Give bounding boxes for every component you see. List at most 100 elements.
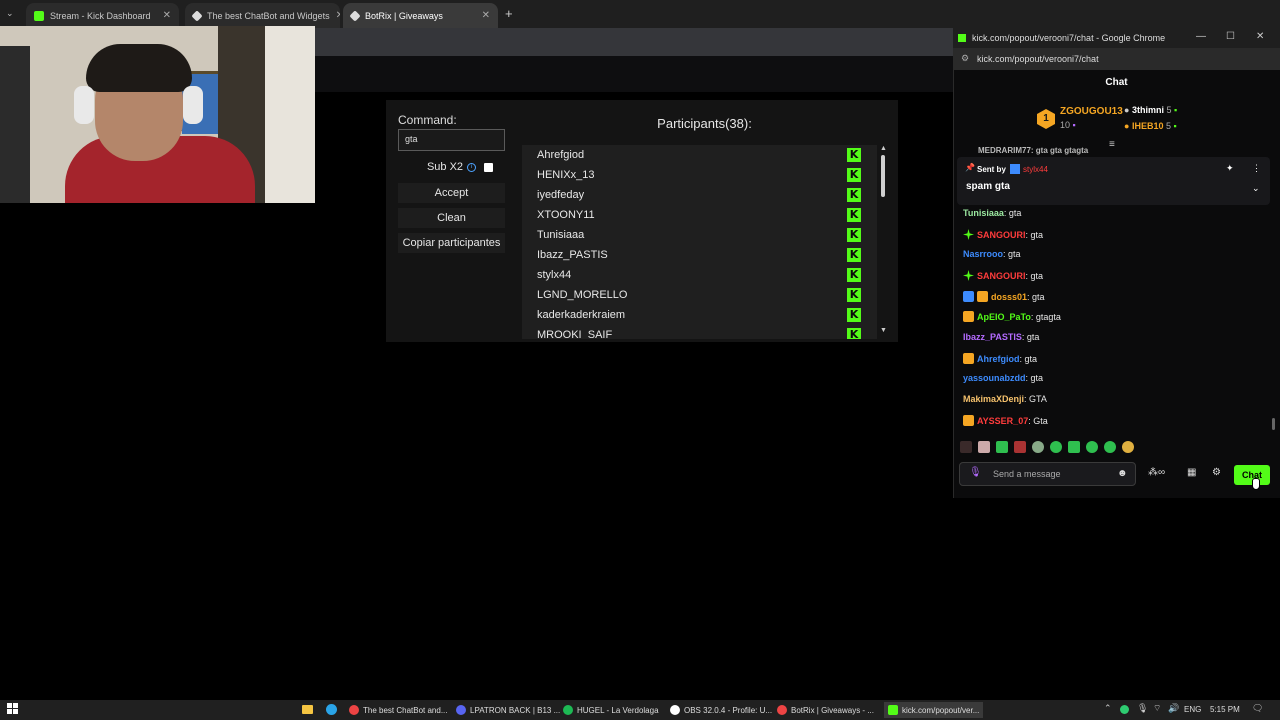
- chat-message: MakimaXDenji: GTA: [963, 394, 1047, 404]
- spotify-icon: [563, 705, 573, 715]
- kick-icon: K: [847, 228, 861, 242]
- sub-x2-checkbox[interactable]: [484, 163, 493, 172]
- moderator-badge-icon: [963, 291, 974, 302]
- unpin-icon[interactable]: ✦: [1226, 163, 1234, 174]
- list-item: HENIXx_13 K: [522, 165, 877, 185]
- crown-badge-icon: [963, 311, 974, 322]
- gift-icon: ▪: [1173, 121, 1177, 131]
- taskbar-item[interactable]: The best ChatBot and...: [349, 702, 448, 718]
- top-gifter-name[interactable]: ZGOUGOU13: [1060, 106, 1123, 117]
- taskbar-item[interactable]: BotRix | Giveaways - ...: [777, 702, 874, 718]
- tray-app-icon[interactable]: [1120, 705, 1129, 714]
- chat-message: dosss01: gta: [963, 291, 1045, 302]
- emote-icon[interactable]: [1032, 441, 1044, 453]
- new-tab-icon[interactable]: +: [505, 6, 513, 21]
- chat-message: Nasrrooo: gta: [963, 249, 1021, 259]
- address-bar[interactable]: [315, 28, 955, 56]
- emote-icon[interactable]: [1122, 441, 1134, 453]
- chat-message: SANGOURI: gta: [963, 229, 1043, 240]
- scroll-up-icon[interactable]: ▲: [880, 145, 887, 152]
- kick-icon: K: [847, 288, 861, 302]
- chat-message-input[interactable]: 🎙 Send a message ☻: [959, 462, 1136, 486]
- minimize-icon[interactable]: —: [1196, 31, 1206, 42]
- list-item: LGND_MORELLO K: [522, 285, 877, 305]
- maximize-icon[interactable]: ☐: [1226, 31, 1235, 42]
- scroll-thumb[interactable]: [881, 155, 885, 197]
- copy-participants-button[interactable]: Copiar participantes: [398, 233, 505, 253]
- command-input[interactable]: gta: [398, 129, 505, 151]
- microphone-icon[interactable]: 🎙: [1137, 703, 1148, 714]
- emote-icon[interactable]: [1068, 441, 1080, 453]
- chat-message: SANGOURI: gta: [963, 270, 1043, 281]
- chrome-icon: [349, 705, 359, 715]
- emote-icon[interactable]: [978, 441, 990, 453]
- file-explorer-icon[interactable]: [302, 705, 313, 714]
- tab-giveaways[interactable]: BotRix | Giveaways ✕: [343, 3, 498, 28]
- chat-popout-window: [953, 28, 1280, 498]
- community-icon[interactable]: ⁂∞: [1148, 467, 1165, 478]
- close-tab-icon[interactable]: ✕: [157, 10, 171, 21]
- tab-chatbot[interactable]: The best ChatBot and Widgets ✕: [185, 3, 340, 28]
- scroll-down-icon[interactable]: ▼: [880, 327, 887, 334]
- close-tab-icon[interactable]: ✕: [330, 10, 340, 21]
- taskbar-item[interactable]: kick.com/popout/ver...: [884, 702, 984, 718]
- emote-icon[interactable]: [1014, 441, 1026, 453]
- botrix-icon: [349, 9, 361, 22]
- store-icon[interactable]: ▦: [1187, 467, 1196, 478]
- list-item: Ibazz_PASTIS K: [522, 245, 877, 265]
- chat-header: Chat: [1105, 77, 1128, 88]
- chrome-icon: [777, 705, 787, 715]
- tab-list-icon[interactable]: ⌄: [6, 8, 20, 20]
- close-tab-icon[interactable]: ✕: [476, 10, 490, 21]
- leaderboard-entry: ● IHEB10 5 ▪: [1124, 121, 1177, 131]
- taskbar-item[interactable]: HUGEL - La Verdolaga: [563, 702, 659, 718]
- popout-address-bar[interactable]: ⚙ kick.com/popout/verooni7/chat: [953, 48, 1280, 70]
- chevron-down-icon[interactable]: ⌄: [1252, 183, 1260, 194]
- more-options-icon[interactable]: ⋮: [1252, 163, 1261, 174]
- medal-icon: ●: [1124, 121, 1130, 131]
- tab-kick-dashboard[interactable]: Stream - Kick Dashboard ✕: [26, 3, 179, 28]
- info-icon[interactable]: i: [467, 162, 477, 172]
- kick-icon: K: [847, 148, 861, 162]
- list-item: XTOONY11 K: [522, 205, 877, 225]
- emote-icon[interactable]: [1104, 441, 1116, 453]
- site-header: [315, 56, 955, 92]
- emote-icon[interactable]: [1086, 441, 1098, 453]
- sparkle-badge-icon: [963, 229, 974, 240]
- participants-list[interactable]: Ahrefgiod K HENIXx_13 K iyedfeday K XTOONY1…: [522, 145, 877, 339]
- pinned-message[interactable]: 📌 Sent by stylx44 ✦ ⋮ spam gta ⌄: [957, 157, 1270, 205]
- kick-icon: K: [847, 308, 861, 322]
- gift-icon: ▪: [1174, 105, 1178, 115]
- pin-icon: 📌: [965, 163, 975, 172]
- chat-scrollbar[interactable]: [1272, 418, 1275, 430]
- obs-icon: [670, 705, 680, 715]
- emote-icon[interactable]: [1050, 441, 1062, 453]
- site-settings-icon[interactable]: ⚙: [961, 53, 969, 64]
- clean-button[interactable]: Clean: [398, 208, 505, 228]
- emote-icon[interactable]: [996, 441, 1008, 453]
- crown-badge-icon: [963, 353, 974, 364]
- sub-x2-label: Sub X2: [426, 161, 464, 173]
- volume-icon[interactable]: 🔊: [1168, 703, 1179, 714]
- emote-bar: [960, 440, 1150, 454]
- settings-icon[interactable]: ⚙: [1212, 467, 1221, 478]
- close-icon[interactable]: ✕: [1256, 31, 1264, 42]
- start-icon[interactable]: [7, 703, 18, 714]
- edge-icon[interactable]: [326, 704, 337, 715]
- microphone-icon[interactable]: 🎙: [969, 467, 982, 478]
- emoji-icon[interactable]: ☻: [1117, 468, 1128, 479]
- filter-icon[interactable]: ≡: [1109, 139, 1115, 150]
- participants-scrollbar[interactable]: ▲ ▼: [878, 145, 888, 339]
- mouse-cursor-icon: [1252, 478, 1260, 490]
- emote-icon[interactable]: [960, 441, 972, 453]
- kick-icon: K: [847, 328, 861, 339]
- taskbar-item[interactable]: LPATRON BACK | B13 ...: [456, 702, 560, 718]
- chevron-up-icon[interactable]: ⌃: [1104, 703, 1112, 714]
- notification-icon[interactable]: 🗨: [1252, 703, 1263, 714]
- sparkle-badge-icon: [963, 270, 974, 281]
- webcam-feed: [0, 26, 315, 203]
- chat-message: Ibazz_PASTIS: gta: [963, 332, 1040, 342]
- accept-button[interactable]: Accept: [398, 183, 505, 203]
- wifi-icon[interactable]: ⌔: [1153, 703, 1161, 714]
- taskbar-item[interactable]: OBS 32.0.4 - Profile: U...: [670, 702, 772, 718]
